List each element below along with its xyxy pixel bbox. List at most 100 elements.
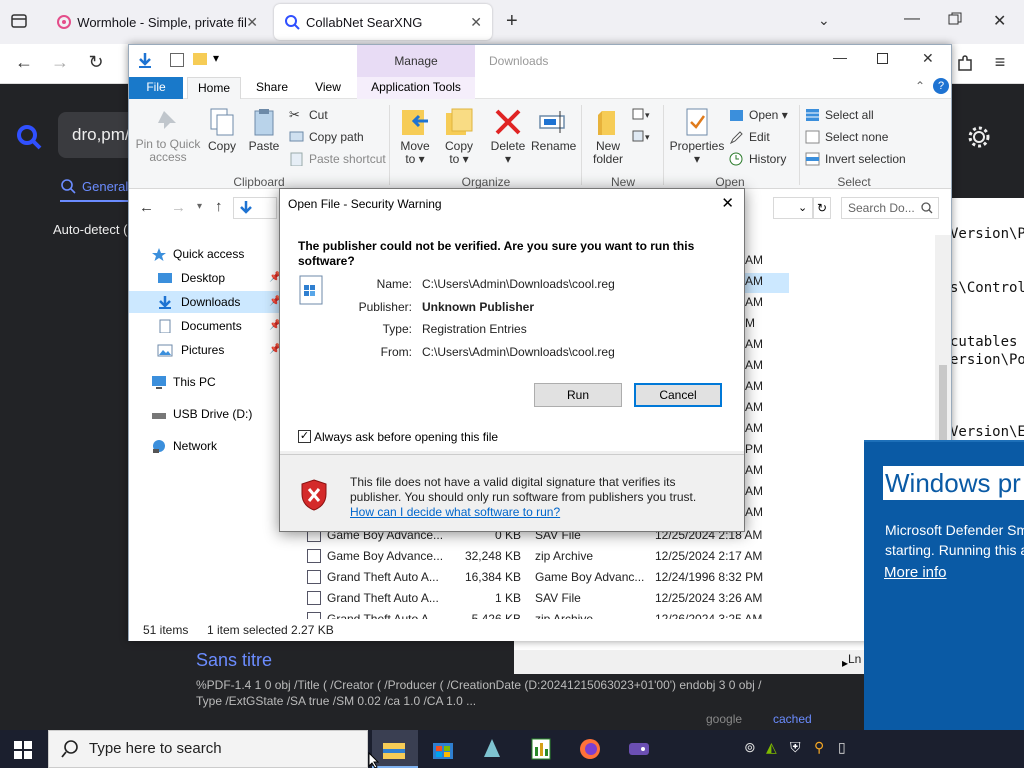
- history-button[interactable]: History: [729, 149, 786, 169]
- more-info-link[interactable]: More info: [884, 564, 947, 581]
- cancel-button[interactable]: Cancel: [634, 383, 722, 407]
- pin-icon: [158, 111, 176, 129]
- select-all-button[interactable]: Select all: [805, 105, 874, 125]
- windows-start-icon[interactable]: [14, 741, 32, 759]
- file-explorer-taskbar-icon[interactable]: [382, 737, 406, 761]
- nav-network[interactable]: Network: [129, 435, 279, 457]
- move-to-button[interactable]: Move to ▾: [395, 107, 435, 166]
- customize-toolbar-icon[interactable]: ▾: [213, 51, 219, 65]
- file-row[interactable]: Game Boy Advance... 32,248 KB zip Archive 1…: [299, 546, 763, 567]
- back-icon[interactable]: ←: [12, 52, 36, 73]
- address-dropdown[interactable]: ⌄: [773, 197, 813, 219]
- taskbar-search-box[interactable]: Type here to search: [48, 730, 368, 768]
- run-button[interactable]: Run: [534, 383, 622, 407]
- nav-desktop[interactable]: Desktop 📌: [129, 267, 281, 289]
- nav-downloads[interactable]: Downloads 📌: [129, 291, 281, 313]
- file-type: SAV File: [535, 591, 581, 605]
- tab-list-icon[interactable]: [10, 12, 28, 30]
- properties-quick-icon[interactable]: [170, 53, 184, 67]
- nav-usb-drive[interactable]: USB Drive (D:): [129, 403, 279, 425]
- store-taskbar-icon[interactable]: [431, 737, 455, 761]
- tray-icon[interactable]: ⊚: [744, 739, 756, 756]
- spreadsheet-taskbar-icon[interactable]: [529, 737, 553, 761]
- help-icon[interactable]: ?: [933, 78, 949, 94]
- forward-icon[interactable]: →: [171, 199, 186, 216]
- up-icon[interactable]: ↑: [215, 198, 223, 215]
- help-link[interactable]: How can I decide what software to run?: [350, 505, 560, 519]
- open-button[interactable]: Open ▾: [729, 105, 788, 125]
- edit-button[interactable]: Edit: [729, 127, 770, 147]
- forward-icon[interactable]: →: [48, 52, 72, 73]
- search-field[interactable]: Search Do...: [841, 197, 939, 219]
- nav-quick-access[interactable]: Quick access: [129, 243, 279, 265]
- cached-link[interactable]: cached: [773, 712, 812, 726]
- tab-view[interactable]: View: [301, 77, 355, 99]
- close-icon[interactable]: ✕: [721, 189, 734, 219]
- ribbon-separator: [799, 105, 800, 185]
- collapse-ribbon-icon[interactable]: ⌃: [915, 79, 925, 93]
- nav-pictures[interactable]: Pictures 📌: [129, 339, 281, 361]
- category-general[interactable]: General: [82, 179, 128, 194]
- open-icon: [730, 110, 743, 121]
- refresh-icon[interactable]: ↻: [813, 197, 831, 219]
- pin-to-quick-access-button[interactable]: Pin to Quick access: [135, 107, 201, 164]
- tray-icon[interactable]: ◭: [766, 739, 777, 756]
- tray-icon[interactable]: ⚲: [814, 739, 824, 756]
- tray-icon[interactable]: ▯: [838, 739, 846, 756]
- copy-to-button[interactable]: Copy to ▾: [439, 107, 479, 166]
- minimize-icon[interactable]: —: [833, 49, 847, 65]
- select-none-button[interactable]: Select none: [805, 127, 888, 147]
- group-select: Select: [837, 175, 871, 189]
- extensions-icon[interactable]: [955, 54, 975, 74]
- recent-locations-icon[interactable]: ▾: [197, 201, 202, 212]
- menu-icon[interactable]: ≡: [988, 52, 1012, 73]
- reload-icon[interactable]: ↻: [84, 52, 108, 73]
- language-select[interactable]: Auto-detect (: [53, 222, 127, 237]
- copy-path-button[interactable]: Copy path: [289, 127, 364, 147]
- new-folder-quick-icon[interactable]: [193, 53, 207, 65]
- editor-hscroll[interactable]: [514, 650, 864, 674]
- easy-access-icon[interactable]: ▾: [631, 129, 653, 145]
- nav-documents[interactable]: Documents 📌: [129, 315, 281, 337]
- list-all-tabs-icon[interactable]: ⌄: [818, 12, 830, 29]
- paste-shortcut-button[interactable]: Paste shortcut: [289, 149, 386, 169]
- tab-application-tools[interactable]: Application Tools: [357, 77, 475, 99]
- tab-file[interactable]: File: [129, 77, 183, 99]
- tab-share[interactable]: Share: [245, 77, 299, 99]
- settings-gear-icon[interactable]: [966, 124, 992, 150]
- defender-tray-icon[interactable]: ⛨: [790, 739, 801, 756]
- cut-button[interactable]: ✂ Cut: [289, 105, 328, 125]
- new-folder-button[interactable]: New folder: [587, 107, 629, 166]
- game-taskbar-icon[interactable]: [627, 737, 651, 761]
- always-ask-label[interactable]: Always ask before opening this file: [314, 430, 498, 444]
- result-title[interactable]: Sans titre: [196, 650, 272, 671]
- file-row[interactable]: Grand Theft Auto A... 1 KB SAV File 12/25/2…: [299, 588, 762, 609]
- close-icon[interactable]: ✕: [922, 50, 934, 67]
- new-item-icon[interactable]: ▾: [631, 107, 653, 123]
- address-field[interactable]: [233, 197, 277, 219]
- back-icon[interactable]: ←: [139, 199, 154, 216]
- network-icon: [153, 440, 165, 453]
- paste-button[interactable]: Paste: [245, 107, 283, 153]
- copy-button[interactable]: Copy: [203, 107, 241, 153]
- properties-button[interactable]: Properties ▾: [669, 107, 725, 166]
- tab-wormhole[interactable]: Wormhole - Simple, private file ✕: [46, 4, 268, 40]
- file-date: 12/25/2024 2:17 AM: [655, 549, 763, 563]
- tab-home[interactable]: Home: [187, 77, 241, 99]
- always-ask-checkbox[interactable]: ✓: [298, 430, 311, 443]
- new-tab-button[interactable]: +: [506, 10, 518, 33]
- nav-this-pc[interactable]: This PC: [129, 371, 279, 393]
- close-tab-icon[interactable]: ✕: [246, 14, 258, 31]
- file-row[interactable]: Grand Theft Auto A... 16,384 KB Game Boy A…: [299, 567, 763, 588]
- minimize-icon[interactable]: —: [904, 10, 920, 28]
- invert-selection-button[interactable]: Invert selection: [805, 149, 906, 169]
- tab-searxng[interactable]: CollabNet SearXNG ✕: [274, 4, 492, 40]
- close-window-icon[interactable]: ✕: [993, 11, 1006, 31]
- delete-button[interactable]: Delete ▾: [487, 107, 529, 166]
- restore-icon[interactable]: [948, 12, 962, 26]
- firefox-taskbar-icon[interactable]: [578, 737, 602, 761]
- close-tab-icon[interactable]: ✕: [470, 14, 482, 31]
- rename-button[interactable]: Rename: [531, 107, 576, 153]
- app-taskbar-icon[interactable]: [480, 737, 504, 761]
- maximize-icon[interactable]: [877, 53, 888, 64]
